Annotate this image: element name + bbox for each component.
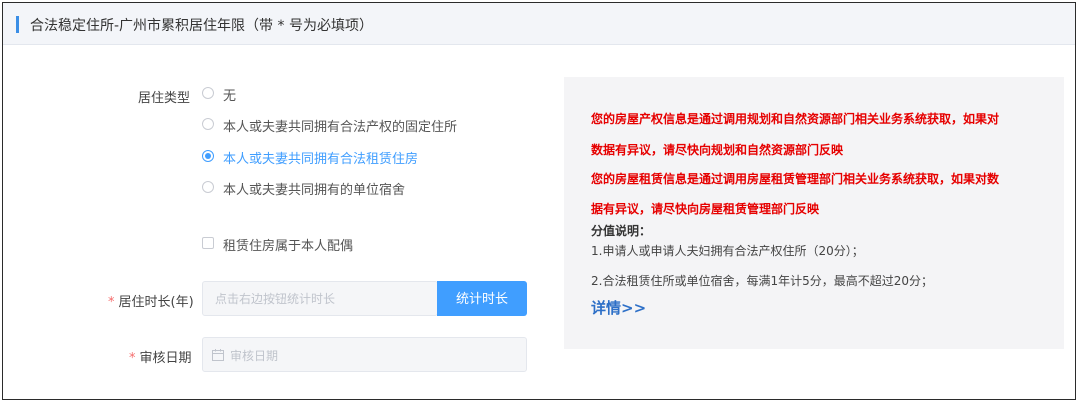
review-date-placeholder: 审核日期	[230, 349, 279, 363]
duration-input[interactable]	[202, 281, 438, 316]
radio-owned-property[interactable]	[202, 118, 214, 130]
radio-none-label[interactable]: 无	[223, 85, 236, 104]
score-note-2: 2.合法租赁住所或单位宿舍，每满1年计5分，最高不超过20分；	[591, 274, 933, 288]
rental-notice-line-1: 您的房屋租赁信息是通过调用房屋租赁管理部门相关业务系统获取，如果对数	[591, 172, 1000, 186]
radio-rented-housing[interactable]	[202, 150, 214, 162]
info-panel: 您的房屋产权信息是通过调用规划和自然资源部门相关业务系统获取，如果对 数据有异议…	[564, 77, 1064, 349]
property-notice-line-1: 您的房屋产权信息是通过调用规划和自然资源部门相关业务系统获取，如果对	[591, 112, 1000, 126]
spouse-checkbox-label[interactable]: 租赁住房属于本人配偶	[223, 235, 353, 254]
section-title: 合法稳定住所-广州市累积居住年限（带 * 号为必填项）	[30, 18, 373, 34]
required-mark: *	[108, 295, 115, 310]
radio-dormitory-label[interactable]: 本人或夫妻共同拥有的单位宿舍	[223, 179, 405, 198]
score-title: 分值说明：	[591, 224, 652, 238]
radio-none[interactable]	[202, 87, 214, 99]
radio-dormitory[interactable]	[202, 181, 214, 193]
details-link[interactable]: 详情>>	[591, 297, 646, 318]
review-date-label: * 审核日期	[129, 347, 192, 366]
review-date-label-text: 审核日期	[139, 351, 192, 366]
radio-rented-housing-label[interactable]: 本人或夫妻共同拥有合法租赁住房	[223, 148, 418, 167]
radio-owned-property-label[interactable]: 本人或夫妻共同拥有合法产权的固定住所	[223, 116, 457, 135]
calc-duration-button[interactable]: 统计时长	[437, 281, 527, 316]
duration-label: * 居住时长(年)	[108, 291, 194, 310]
calendar-icon	[212, 349, 224, 361]
rental-notice-line-2: 据有异议，请尽快向房屋租赁管理部门反映	[591, 202, 820, 216]
review-date-input[interactable]: 审核日期	[202, 337, 527, 372]
section-header: 合法稳定住所-广州市累积居住年限（带 * 号为必填项）	[3, 3, 1075, 45]
required-mark: *	[129, 351, 136, 366]
score-note-1: 1.申请人或申请人夫妇拥有合法产权住所（20分）；	[591, 244, 864, 258]
property-notice-line-2: 数据有异议，请尽快向规划和自然资源部门反映	[591, 143, 844, 157]
residence-type-label: 居住类型	[138, 91, 191, 106]
spouse-checkbox[interactable]	[202, 237, 214, 249]
duration-label-text: 居住时长(年)	[118, 295, 194, 310]
header-accent-bar	[16, 16, 19, 33]
